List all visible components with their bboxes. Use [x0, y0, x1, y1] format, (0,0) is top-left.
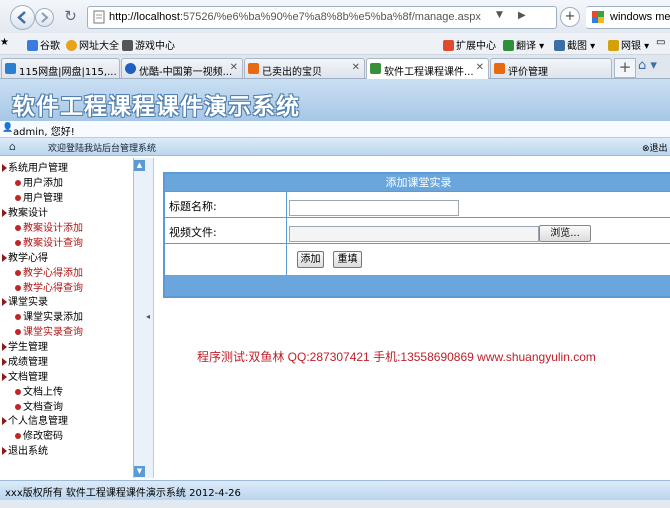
- file-label: 视频文件:: [169, 226, 217, 239]
- extension-center[interactable]: 扩展中心: [443, 37, 496, 52]
- tab-favicon: [5, 63, 16, 74]
- extension-icon: [443, 40, 454, 51]
- tab-favicon: [248, 63, 259, 74]
- menu-item-lesson-plan-query[interactable]: 教案设计查询: [15, 234, 83, 249]
- bank-icon: [608, 40, 619, 51]
- go-icon[interactable]: ▶: [518, 10, 532, 24]
- user-greeting: admin, 您好!: [13, 127, 75, 138]
- home-icon[interactable]: ⌂: [9, 140, 16, 153]
- page-footer: xxx版权所有 软件工程课程课件演示系统 2012-4-26: [0, 480, 670, 499]
- google-icon: [27, 40, 38, 51]
- add-favorite-icon[interactable]: +: [560, 7, 580, 27]
- add-button[interactable]: 添加: [297, 251, 324, 268]
- menu-group-grade-management[interactable]: 成绩管理: [2, 353, 48, 368]
- address-bar[interactable]: http://localhost:57526/%e6%ba%90%e7%a8%8…: [87, 6, 557, 29]
- home-icon: ⌂: [638, 58, 647, 73]
- tab-favicon: [370, 63, 381, 74]
- forward-arrow-icon: [41, 12, 49, 23]
- site-directory-icon: [66, 40, 77, 51]
- site-title: 软件工程课程课件演示系统: [12, 94, 300, 120]
- video-file-input[interactable]: [289, 226, 539, 242]
- menu-item-lesson-plan-add[interactable]: 教案设计添加: [15, 219, 83, 234]
- welcome-message: 欢迎登陆我站后台管理系统: [48, 144, 157, 154]
- logout-icon: ⊗: [642, 144, 650, 154]
- tab-bar: 115网盘|网盘|115,... 优酷-中国第一视频... ✕ 已卖出的宝贝 ✕…: [0, 55, 670, 79]
- reset-button[interactable]: 重填: [333, 251, 362, 268]
- favorite-game-center[interactable]: 游戏中心: [122, 37, 175, 52]
- favorites-bar: ★ 谷歌 网址大全 游戏中心 扩展中心 翻译 ▾ 截图 ▾ 网银 ▾ ▭: [0, 33, 670, 55]
- favorites-overflow[interactable]: ★: [0, 37, 9, 48]
- back-button[interactable]: [10, 5, 35, 30]
- menu-group-exit-system[interactable]: 退出系统: [2, 442, 48, 457]
- menu-group-document-management[interactable]: 文档管理: [2, 368, 48, 383]
- favorite-google[interactable]: 谷歌: [27, 37, 60, 52]
- menu-item-document-upload[interactable]: 文档上传: [15, 383, 63, 398]
- menu-group-class-records[interactable]: 课堂实录: [2, 293, 48, 308]
- menu-item-teaching-notes-query[interactable]: 教学心得查询: [15, 279, 83, 294]
- online-bank-button[interactable]: 网银 ▾: [608, 37, 649, 52]
- tab-youku[interactable]: 优酷-中国第一视频... ✕: [121, 58, 243, 78]
- logout-link[interactable]: ⊗退出: [642, 141, 668, 154]
- reload-icon: ↻: [64, 7, 77, 25]
- menu-group-teaching-notes[interactable]: 教学心得: [2, 249, 48, 264]
- menu-group-personal-info[interactable]: 个人信息管理: [2, 412, 68, 427]
- menu-group-lesson-plan[interactable]: 教案设计: [2, 204, 48, 219]
- search-box[interactable]: windows med: [586, 6, 670, 29]
- close-icon[interactable]: ✕: [476, 62, 484, 73]
- scroll-down-icon[interactable]: ▼: [134, 466, 145, 477]
- menu-item-change-password[interactable]: 修改密码: [15, 427, 63, 442]
- back-arrow-icon: [17, 11, 26, 24]
- tab-favicon: [125, 63, 136, 74]
- screenshot-button[interactable]: 截图 ▾: [554, 37, 595, 52]
- browser-toolbar: ↻ http://localhost:57526/%e6%ba%90%e7%a8…: [0, 0, 670, 34]
- close-icon[interactable]: ✕: [352, 62, 360, 73]
- favorite-site-directory[interactable]: 网址大全: [66, 37, 119, 52]
- home-button[interactable]: ⌂ ▾: [638, 58, 668, 76]
- reload-button[interactable]: ↻: [62, 8, 79, 25]
- gamepad-icon: [122, 40, 133, 51]
- menu-group-student-management[interactable]: 学生管理: [2, 338, 48, 353]
- tab-115-pan[interactable]: 115网盘|网盘|115,...: [1, 58, 120, 78]
- title-input[interactable]: [289, 200, 459, 216]
- user-icon: 👤: [2, 123, 14, 133]
- add-class-record-form: 添加课堂实录 标题名称: 视频文件: 浏览... 添加 重填: [163, 172, 670, 298]
- title-label: 标题名称:: [169, 200, 217, 213]
- site-banner: 软件工程课程课件演示系统: [0, 79, 670, 121]
- more-icon[interactable]: ▭: [656, 37, 665, 48]
- scissors-icon: [554, 40, 565, 51]
- menu-item-class-record-add[interactable]: 课堂实录添加: [15, 308, 83, 323]
- new-tab-button[interactable]: +: [614, 58, 636, 78]
- page-icon: [93, 10, 105, 24]
- menu-item-document-query[interactable]: 文档查询: [15, 398, 63, 413]
- menu-item-class-record-query[interactable]: 课堂实录查询: [15, 323, 83, 338]
- copyright-text: xxx版权所有 软件工程课程课件演示系统 2012-4-26: [5, 488, 241, 499]
- button-row: [165, 243, 670, 276]
- url-text[interactable]: http://localhost:57526/%e6%ba%90%e7%a8%8…: [109, 11, 481, 23]
- translate-icon: [503, 40, 514, 51]
- welcome-bar: ⌂ 欢迎登陆我站后台管理系统 ⊗退出: [0, 138, 670, 156]
- tab-favicon: [494, 63, 505, 74]
- close-icon[interactable]: ✕: [230, 62, 238, 73]
- menu-group-system-users[interactable]: 系统用户管理: [2, 159, 68, 174]
- scroll-up-icon[interactable]: ▲: [134, 160, 145, 171]
- url-dropdown-icon[interactable]: ▼: [496, 10, 508, 24]
- form-title: 添加课堂实录: [165, 174, 670, 191]
- collapse-arrow-icon[interactable]: ◂: [146, 312, 152, 326]
- browse-button[interactable]: 浏览...: [539, 225, 591, 242]
- menu-item-teaching-notes-add[interactable]: 教学心得添加: [15, 264, 83, 279]
- search-input[interactable]: windows med: [610, 11, 670, 23]
- form-footer: [165, 275, 670, 296]
- forward-button[interactable]: [35, 8, 54, 27]
- search-engine-icon: [592, 11, 604, 23]
- column-divider: [286, 192, 287, 275]
- menu-item-user-manage[interactable]: 用户管理: [15, 189, 63, 204]
- translate-button[interactable]: 翻译 ▾: [503, 37, 544, 52]
- sidebar-menu: 系统用户管理 用户添加 用户管理 教案设计 教案设计添加 教案设计查询 教学心得…: [0, 156, 133, 480]
- tab-active-course-system[interactable]: 软件工程课程课件... ✕: [366, 58, 489, 79]
- tab-sold-items[interactable]: 已卖出的宝贝 ✕: [244, 58, 365, 78]
- menu-item-user-add[interactable]: 用户添加: [15, 174, 63, 189]
- credit-text: 程序测试:双鱼林 QQ:287307421 手机:13558690869 www…: [197, 350, 596, 364]
- tab-review-management[interactable]: 评价管理: [490, 58, 612, 78]
- user-bar: 👤 admin, 您好!: [0, 121, 670, 138]
